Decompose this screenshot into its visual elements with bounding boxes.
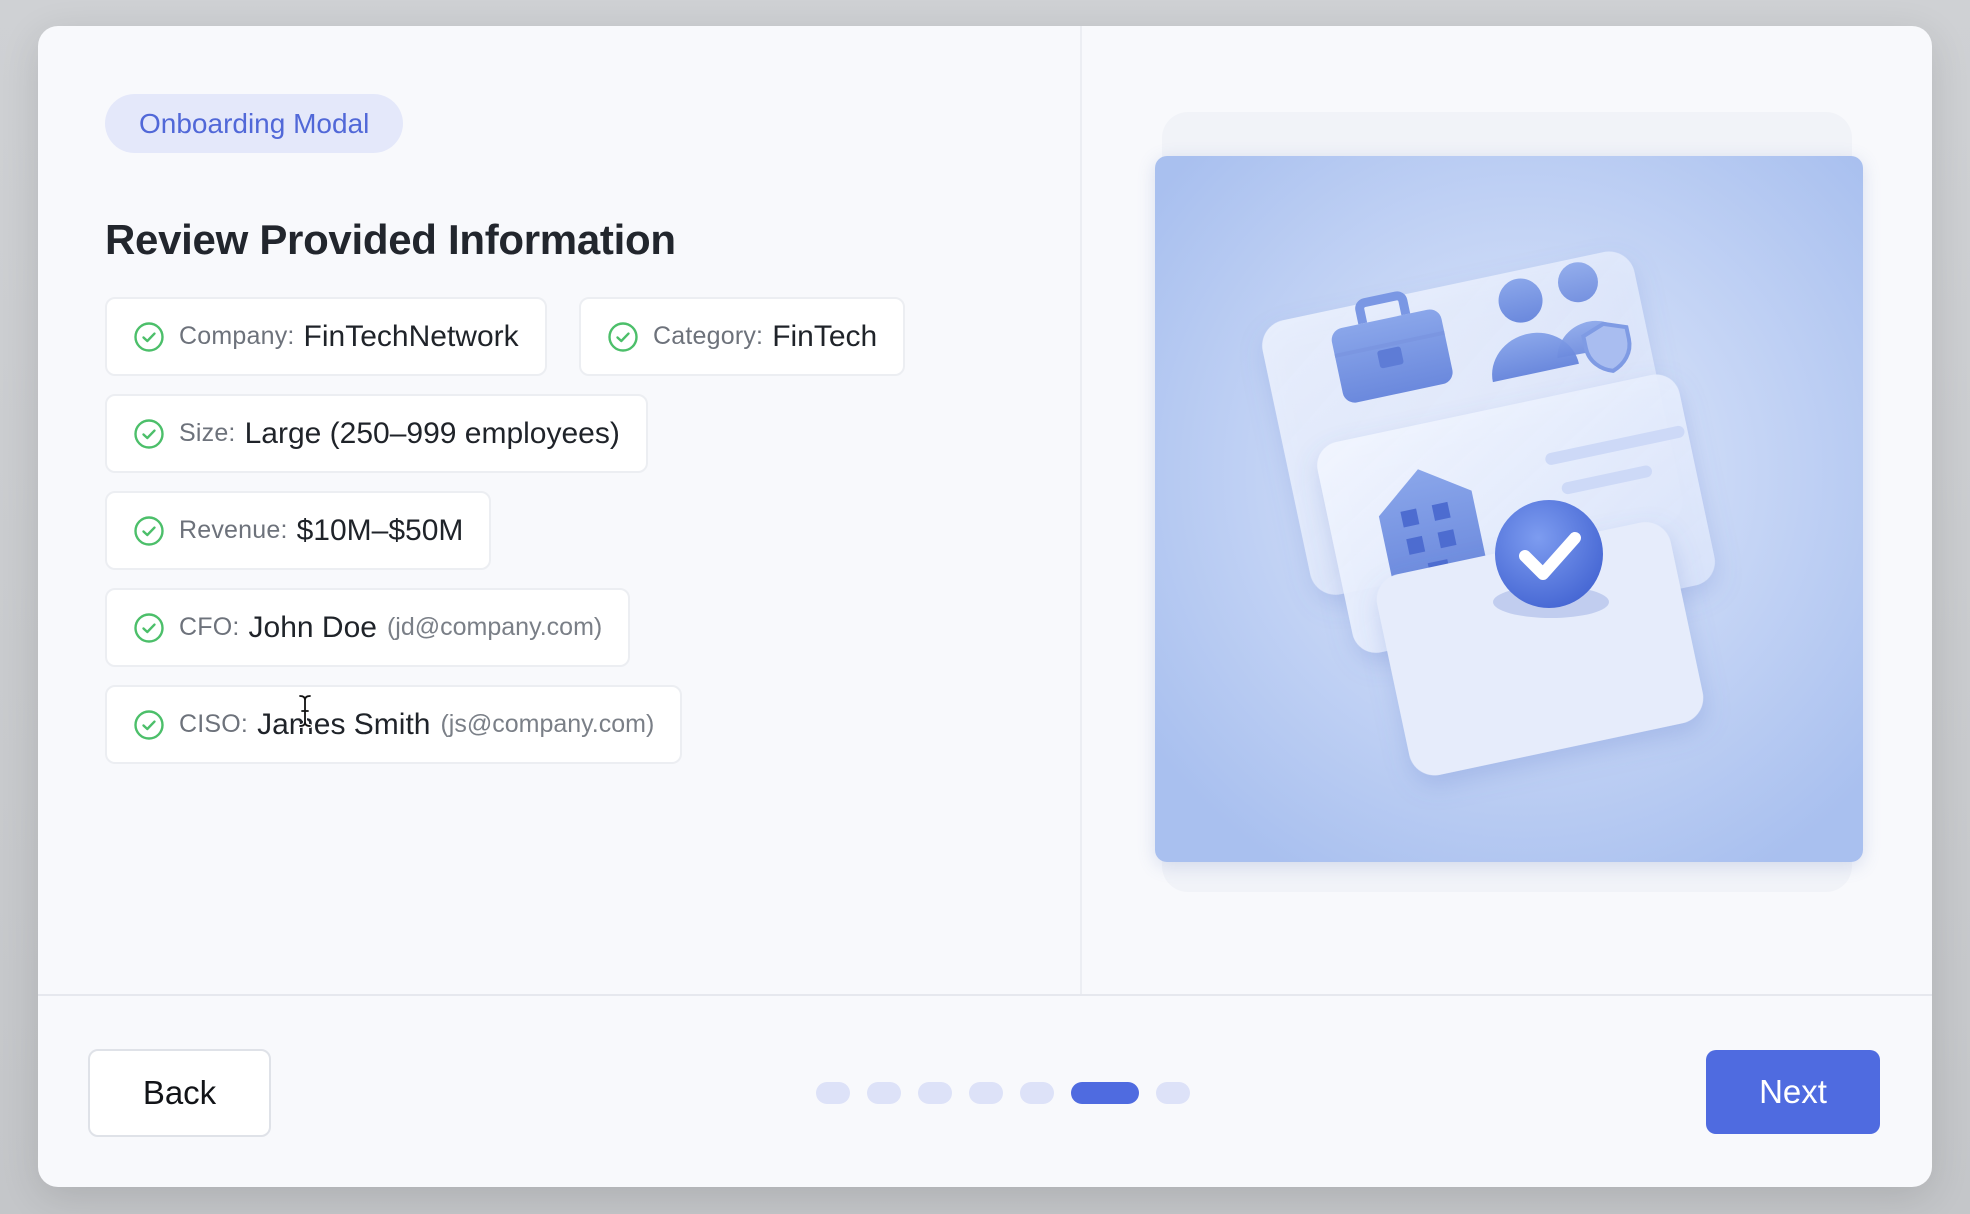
revenue-field: Revenue: $10M–$50M — [105, 491, 492, 570]
back-button[interactable]: Back — [88, 1049, 271, 1137]
company-field: Company: FinTechNetwork — [105, 297, 547, 376]
step-dot — [816, 1082, 850, 1104]
check-circle-icon — [134, 321, 164, 352]
company-value: FinTechNetwork — [303, 319, 519, 353]
footer-divider — [38, 994, 1932, 996]
size-field: Size: Large (250–999 employees) — [105, 394, 648, 473]
size-label: Size: — [179, 419, 236, 447]
step-dot-active — [1071, 1082, 1139, 1104]
size-value: Large (250–999 employees) — [244, 416, 620, 450]
review-panel: Onboarding Modal Review Provided Informa… — [38, 26, 1080, 996]
onboarding-modal: Onboarding Modal Review Provided Informa… — [38, 26, 1932, 1187]
onboarding-badge: Onboarding Modal — [105, 94, 404, 153]
next-button[interactable]: Next — [1706, 1050, 1880, 1134]
company-label: Company: — [179, 322, 295, 350]
step-dot — [969, 1082, 1003, 1104]
text-cursor-icon — [298, 694, 312, 728]
check-circle-icon — [134, 612, 164, 643]
category-value: FinTech — [772, 319, 878, 353]
cfo-label: CFO: — [179, 613, 240, 641]
cfo-field: CFO: John Doe (jd@company.com) — [105, 588, 631, 667]
page-title: Review Provided Information — [105, 216, 676, 263]
vertical-divider — [1080, 26, 1082, 996]
step-dot — [918, 1082, 952, 1104]
step-indicator — [816, 1082, 1190, 1104]
step-dot — [867, 1082, 901, 1104]
ciso-label: CISO: — [179, 710, 249, 738]
category-field: Category: FinTech — [579, 297, 906, 376]
onboarding-badge-label: Onboarding Modal — [139, 107, 370, 139]
check-circle-icon — [134, 418, 164, 449]
check-circle-icon — [608, 321, 638, 352]
cfo-name: John Doe — [248, 610, 377, 644]
ciso-name: James Smith — [257, 707, 431, 741]
ciso-email: (js@company.com) — [440, 710, 655, 738]
onboarding-illustration: $ — [1155, 156, 1863, 862]
category-label: Category: — [653, 322, 764, 350]
revenue-label: Revenue: — [179, 516, 288, 544]
step-dot — [1156, 1082, 1190, 1104]
step-dot — [1020, 1082, 1054, 1104]
cfo-email: (jd@company.com) — [386, 613, 603, 641]
ciso-field: CISO: James Smith (js@company.com) — [105, 685, 683, 764]
check-circle-icon — [134, 709, 164, 740]
revenue-value: $10M–$50M — [296, 513, 464, 547]
check-circle-icon — [134, 515, 164, 546]
illustration-art: $ — [1155, 156, 1863, 862]
